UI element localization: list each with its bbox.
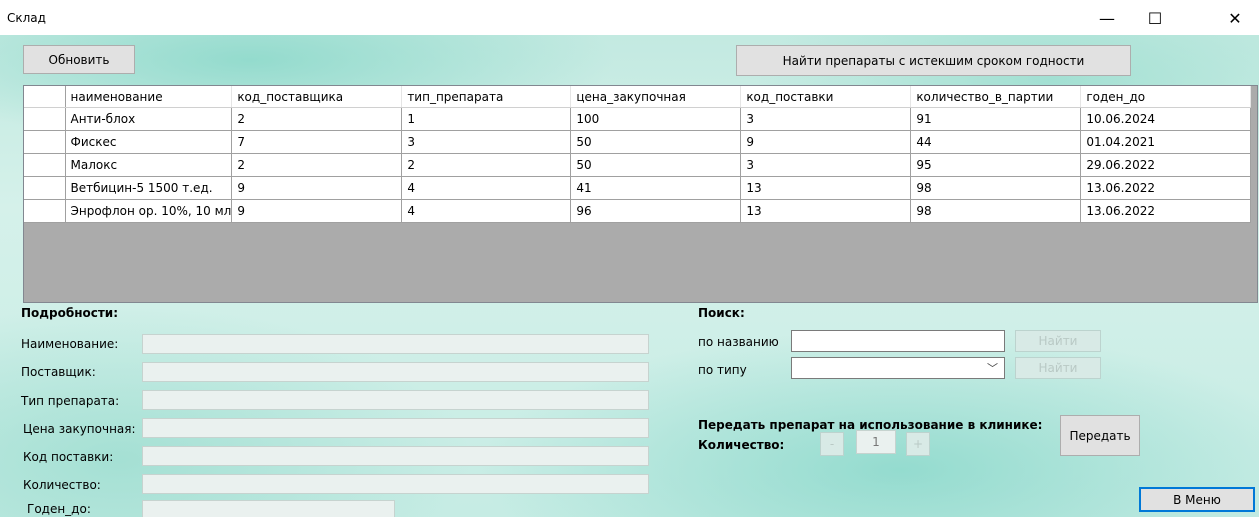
table-cell[interactable]: 96 <box>570 199 742 223</box>
find-by-name-button[interactable]: Найти <box>1015 330 1101 352</box>
row-header[interactable] <box>24 130 66 154</box>
table-cell[interactable]: 29.06.2022 <box>1080 153 1252 177</box>
table-row[interactable]: Фискес 7 3 50 9 44 01.04.2021 <box>24 130 1252 154</box>
table-cell[interactable]: 10.06.2024 <box>1080 107 1252 131</box>
supplier-field <box>142 362 649 382</box>
table-cell[interactable]: 3 <box>740 107 912 131</box>
title-bar: Склад — ☐ ✕ <box>0 0 1259 35</box>
column-header[interactable]: цена_закупочная <box>570 86 742 108</box>
table-cell[interactable]: 13.06.2022 <box>1080 176 1252 200</box>
search-name-input[interactable] <box>791 330 1005 352</box>
name-label: Наименование: <box>21 337 119 351</box>
table-cell[interactable]: 1 <box>401 107 572 131</box>
table-cell[interactable]: 98 <box>910 176 1082 200</box>
row-header[interactable] <box>24 153 66 177</box>
table-cell[interactable]: 2 <box>231 153 403 177</box>
find-expired-button[interactable]: Найти препараты с истекшим сроком годнос… <box>736 45 1131 76</box>
type-label: Тип препарата: <box>21 394 120 408</box>
table-cell[interactable]: 2 <box>231 107 403 131</box>
table-cell[interactable]: Малокс <box>65 153 233 177</box>
expiry-label: Годен_до: <box>27 502 91 516</box>
row-header[interactable] <box>24 199 66 223</box>
column-header[interactable]: код_поставки <box>740 86 912 108</box>
increment-button[interactable]: + <box>906 432 930 456</box>
transfer-button[interactable]: Передать <box>1060 415 1140 456</box>
column-header[interactable]: годен_до <box>1080 86 1252 108</box>
table-cell[interactable]: 3 <box>740 153 912 177</box>
table-cell[interactable]: Фискес <box>65 130 233 154</box>
table-row[interactable]: Энрофлон ор. 10%, 10 мл 9 4 96 13 98 13.… <box>24 199 1252 223</box>
supplier-label: Поставщик: <box>21 365 96 379</box>
price-label: Цена закупочная: <box>23 422 136 436</box>
table-cell[interactable]: 100 <box>570 107 742 131</box>
table-cell[interactable]: 98 <box>910 199 1082 223</box>
table-cell[interactable]: 01.04.2021 <box>1080 130 1252 154</box>
menu-button[interactable]: В Меню <box>1139 487 1255 512</box>
table-cell[interactable]: 13 <box>740 176 912 200</box>
table-cell[interactable]: 3 <box>401 130 572 154</box>
maximize-icon[interactable]: ☐ <box>1135 6 1175 30</box>
quantity-field <box>142 474 649 494</box>
refresh-button[interactable]: Обновить <box>23 45 135 74</box>
search-by-type-label: по типу <box>698 363 747 377</box>
transfer-quantity-value[interactable]: 1 <box>856 430 896 454</box>
table-cell[interactable]: Анти-блох <box>65 107 233 131</box>
table-cell[interactable]: 50 <box>570 130 742 154</box>
table-cell[interactable]: 9 <box>740 130 912 154</box>
table-cell[interactable]: Энрофлон ор. 10%, 10 мл <box>65 199 233 223</box>
table-cell[interactable]: 13 <box>740 199 912 223</box>
chevron-down-icon[interactable]: ﹀ <box>987 360 998 376</box>
price-field <box>142 418 649 438</box>
drugs-table: наименование код_поставщика тип_препарат… <box>23 85 1258 303</box>
table-cell[interactable]: 9 <box>231 176 403 200</box>
delivery-field <box>142 446 649 466</box>
search-type-select[interactable]: ﹀ <box>791 357 1005 379</box>
column-header[interactable]: количество_в_партии <box>910 86 1082 108</box>
row-header-corner <box>24 86 66 108</box>
table-row[interactable]: Анти-блох 2 1 100 3 91 10.06.2024 <box>24 107 1252 131</box>
search-by-name-label: по названию <box>698 335 779 349</box>
table-cell[interactable]: 44 <box>910 130 1082 154</box>
minimize-icon[interactable]: — <box>1087 6 1127 30</box>
table-cell[interactable]: 7 <box>231 130 403 154</box>
details-heading: Подробности: <box>21 306 119 320</box>
drugs-table-body: наименование код_поставщика тип_препарат… <box>24 86 1252 223</box>
transfer-quantity-label: Количество: <box>698 438 785 452</box>
name-field <box>142 334 649 354</box>
table-header-row: наименование код_поставщика тип_препарат… <box>24 86 1252 108</box>
row-header[interactable] <box>24 176 66 200</box>
column-header[interactable]: код_поставщика <box>231 86 403 108</box>
warehouse-window: Склад — ☐ ✕ Обновить Найти препараты с и… <box>0 0 1259 517</box>
window-title: Склад <box>7 11 46 25</box>
table-cell[interactable]: 4 <box>401 176 572 200</box>
row-header[interactable] <box>24 107 66 131</box>
table-cell[interactable]: 13.06.2022 <box>1080 199 1252 223</box>
expiry-field <box>142 500 395 517</box>
delivery-label: Код поставки: <box>23 450 114 464</box>
table-row[interactable]: Малокс 2 2 50 3 95 29.06.2022 <box>24 153 1252 177</box>
column-header[interactable]: наименование <box>65 86 233 108</box>
column-header[interactable]: тип_препарата <box>401 86 572 108</box>
table-cell[interactable]: 41 <box>570 176 742 200</box>
table-cell[interactable]: 50 <box>570 153 742 177</box>
search-heading: Поиск: <box>698 306 745 320</box>
table-cell[interactable]: 95 <box>910 153 1082 177</box>
quantity-label: Количество: <box>23 478 101 492</box>
close-icon[interactable]: ✕ <box>1215 6 1255 30</box>
type-field <box>142 390 649 410</box>
find-by-type-button[interactable]: Найти <box>1015 357 1101 379</box>
decrement-button[interactable]: - <box>820 432 844 456</box>
table-cell[interactable]: 9 <box>231 199 403 223</box>
table-cell[interactable]: 91 <box>910 107 1082 131</box>
table-cell[interactable]: 4 <box>401 199 572 223</box>
table-cell[interactable]: Ветбицин-5 1500 т.ед. <box>65 176 233 200</box>
table-row[interactable]: Ветбицин-5 1500 т.ед. 9 4 41 13 98 13.06… <box>24 176 1252 200</box>
table-cell[interactable]: 2 <box>401 153 572 177</box>
